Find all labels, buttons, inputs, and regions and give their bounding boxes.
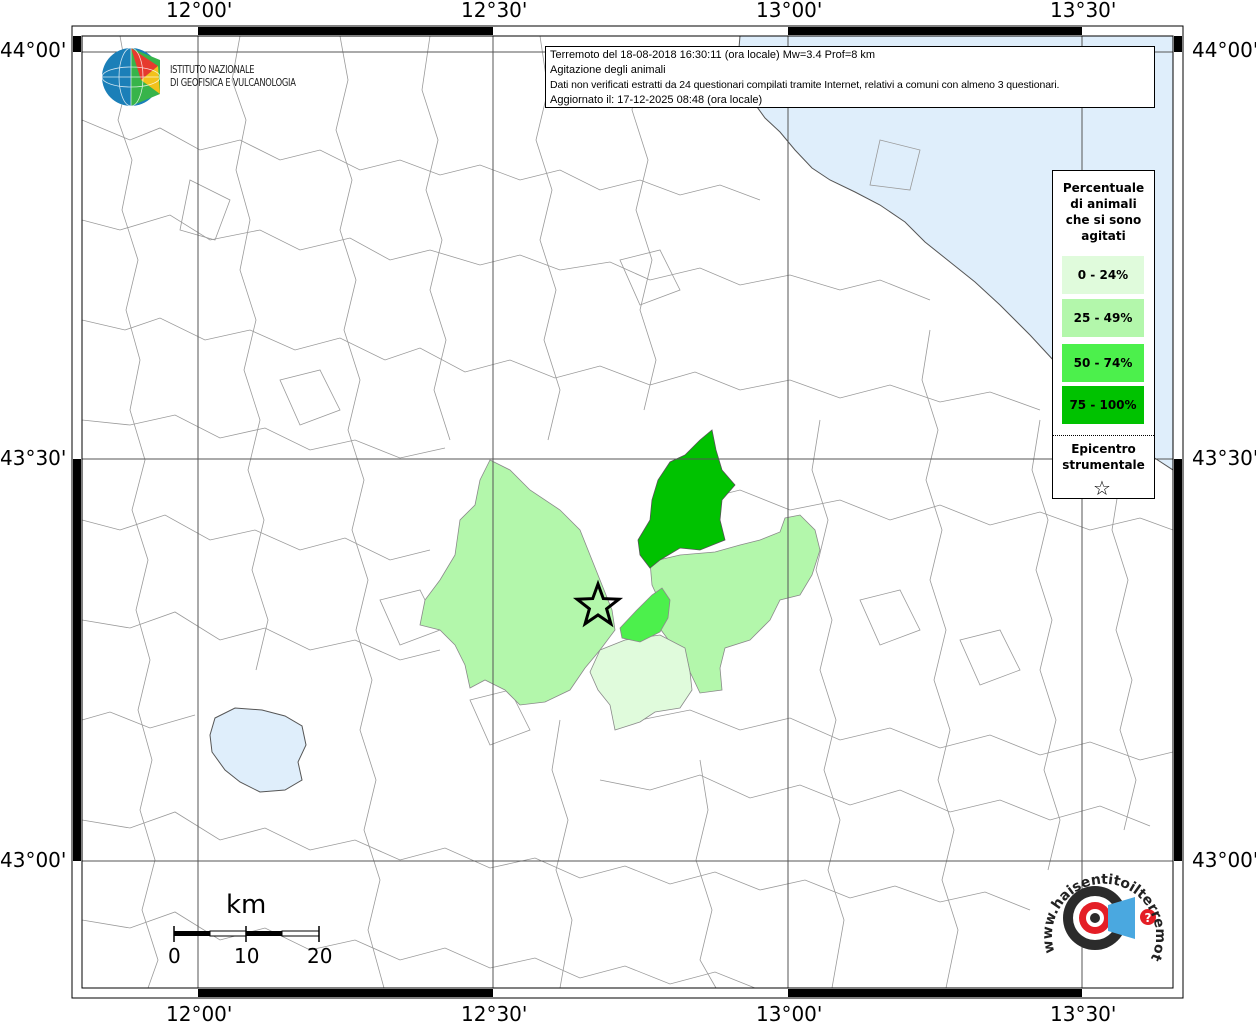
legend-item-25-49: 25 - 49% — [1062, 299, 1144, 337]
legend-title-line-3: che si sono — [1065, 213, 1142, 227]
lat-label-right-2: 43°30' — [1192, 446, 1256, 470]
info-line-2: Agitazione degli animali — [550, 64, 666, 76]
lat-label-left-3: 43°00' — [0, 848, 67, 872]
ingv-logo-text: ISTITUTO NAZIONALE DI GEOFISICA E VULCAN… — [170, 64, 296, 90]
legend-item-50-74: 50 - 74% — [1062, 344, 1144, 382]
scale-label-20: 20 — [307, 944, 333, 968]
lon-label-top-1: 12°00' — [166, 0, 233, 22]
legend: Percentuale di animali che si sono agita… — [1052, 170, 1155, 499]
lon-label-bottom-3: 13°00' — [756, 1002, 823, 1026]
scale-title: km — [226, 890, 267, 920]
ingv-line-1: ISTITUTO NAZIONALE — [170, 64, 255, 76]
lon-label-top-2: 12°30' — [461, 0, 528, 22]
info-line-4: Aggiornato il: 17-12-2025 08:48 (ora loc… — [550, 94, 763, 106]
lat-label-right-3: 43°00' — [1192, 848, 1256, 872]
legend-title: Percentuale di animali che si sono agita… — [1053, 180, 1154, 244]
lat-label-right-1: 44°00' — [1192, 38, 1256, 62]
legend-title-line-2: di animali — [1070, 197, 1137, 211]
legend-epicenter-label: Epicentro strumentale — [1053, 441, 1154, 473]
legend-separator — [1053, 435, 1154, 436]
lat-label-left-1: 44°00' — [0, 38, 67, 62]
lon-label-bottom-4: 13°30' — [1050, 1002, 1117, 1026]
legend-item-0-24: 0 - 24% — [1062, 256, 1144, 294]
scale-label-0: 0 — [168, 944, 181, 968]
legend-title-line-1: Percentuale — [1062, 181, 1145, 195]
legend-title-line-4: agitati — [1081, 229, 1126, 243]
lon-label-bottom-1: 12°00' — [166, 1002, 233, 1026]
legend-item-75-100: 75 - 100% — [1062, 386, 1144, 424]
ingv-globe-icon — [101, 47, 161, 107]
info-line-1: Terremoto del 18-08-2018 16:30:11 (ora l… — [550, 49, 876, 61]
ingv-line-2: DI GEOFISICA E VULCANOLOGIA — [170, 77, 296, 89]
lon-label-bottom-2: 12°30' — [461, 1002, 528, 1026]
earthquake-info-box: Terremoto del 18-08-2018 16:30:11 (ora l… — [545, 46, 1155, 108]
lon-label-top-4: 13°30' — [1050, 0, 1117, 22]
lon-label-top-3: 13°00' — [756, 0, 823, 22]
lat-label-left-2: 43°30' — [0, 446, 67, 470]
legend-epicenter-line-2: strumentale — [1062, 458, 1145, 472]
legend-epicenter-line-1: Epicentro — [1071, 442, 1136, 456]
map-canvas[interactable]: ? www.haisentitoilterremoto.it — [0, 0, 1256, 1024]
info-line-3: Dati non verificati estratti da 24 quest… — [550, 79, 1060, 91]
legend-star-icon: ☆ — [1093, 476, 1111, 500]
scale-label-10: 10 — [234, 944, 260, 968]
